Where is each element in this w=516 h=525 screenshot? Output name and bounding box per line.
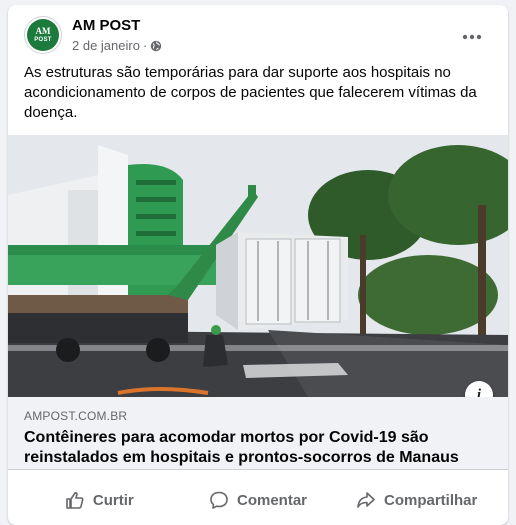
page-name[interactable]: AM POST — [72, 17, 140, 34]
like-button[interactable]: Curtir — [20, 481, 179, 519]
avatar-logo-text-top: AM — [35, 26, 51, 36]
post-date[interactable]: 2 de janeiro — [72, 38, 140, 53]
avatar-logo: AM POST — [27, 19, 59, 51]
share-icon — [357, 492, 375, 508]
post-actions: Curtir Comentar Compartilhar — [20, 481, 496, 519]
post-text: As estruturas são temporárias para dar s… — [24, 64, 477, 121]
share-label: Compartilhar — [384, 491, 478, 509]
comment-button[interactable]: Comentar — [179, 481, 338, 519]
comment-icon — [210, 491, 228, 509]
thumbs-up-icon — [66, 492, 84, 509]
share-button[interactable]: Compartilhar — [337, 481, 496, 519]
link-preview[interactable]: AMPOST.COM.BR Contêineres para acomodar … — [8, 397, 508, 470]
like-label: Curtir — [92, 491, 134, 509]
globe-icon[interactable] — [150, 40, 162, 52]
link-domain: AMPOST.COM.BR — [24, 409, 128, 423]
avatar[interactable]: AM POST — [24, 16, 62, 54]
post-meta: 2 de janeiro · — [72, 38, 162, 53]
meta-separator: · — [142, 38, 148, 53]
post-card: AM POST AM POST 2 de janeiro · As estrut… — [8, 5, 508, 525]
post-header: AM POST AM POST 2 de janeiro · — [8, 5, 508, 65]
post-image[interactable]: i — [8, 135, 508, 397]
more-options-icon[interactable] — [454, 19, 490, 55]
comment-label: Comentar — [237, 491, 308, 509]
avatar-logo-text-bottom: POST — [34, 37, 52, 43]
link-title[interactable]: Contêineres para acomodar mortos por Cov… — [24, 428, 494, 468]
